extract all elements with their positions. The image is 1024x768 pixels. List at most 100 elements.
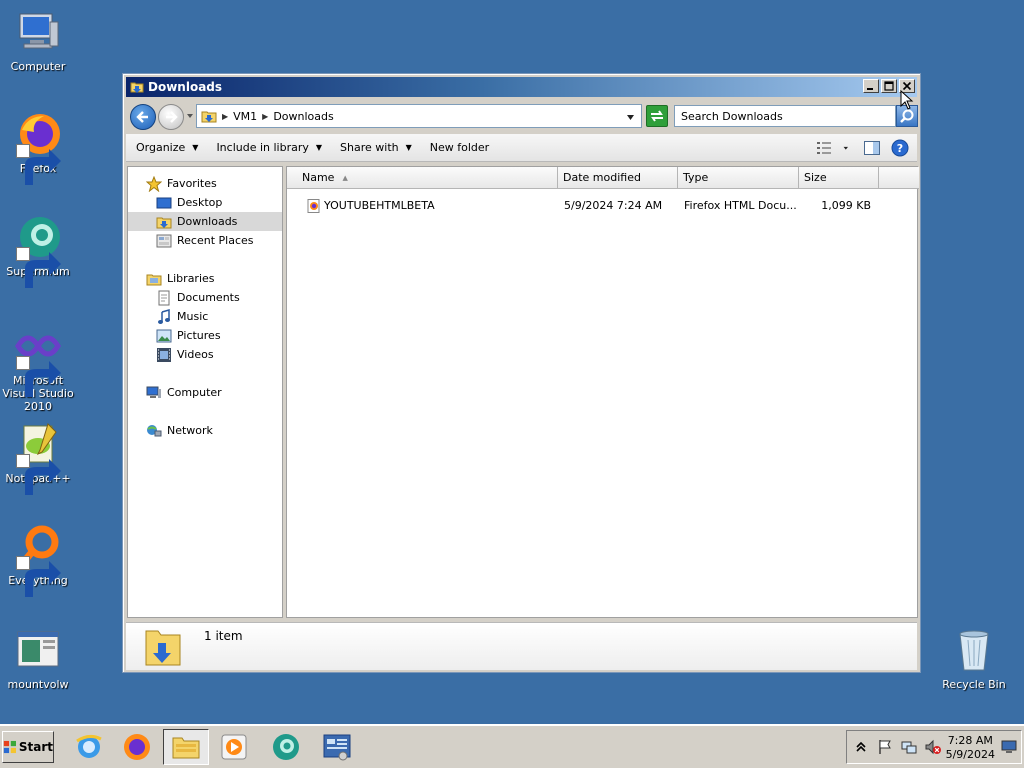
column-header-type[interactable]: Type xyxy=(678,167,799,189)
column-label: Size xyxy=(804,171,827,184)
nav-downloads[interactable]: Downloads xyxy=(128,212,282,231)
breadcrumb-separator-icon[interactable]: ▶ xyxy=(262,112,268,121)
computer-icon xyxy=(14,8,62,56)
breadcrumb-downloads[interactable]: Downloads xyxy=(273,110,333,123)
desktop-icon xyxy=(156,197,172,208)
start-button[interactable]: Start xyxy=(2,731,54,763)
nav-label: Documents xyxy=(177,291,240,304)
downloads-folder-icon xyxy=(145,630,181,666)
desktop-icon-visual-studio[interactable]: Microsoft Visual Studio 2010 xyxy=(0,322,76,413)
refresh-button[interactable] xyxy=(646,105,668,127)
window-title: Downloads xyxy=(148,80,223,94)
new-folder-button[interactable]: New folder xyxy=(430,141,489,154)
help-icon[interactable]: ? xyxy=(891,139,909,157)
column-header-filler xyxy=(879,167,919,189)
forward-button[interactable] xyxy=(158,104,184,130)
table-row[interactable]: YOUTUBEHTMLBETA 5/9/2024 7:24 AM Firefox… xyxy=(287,197,917,217)
nav-label: Music xyxy=(177,310,209,323)
nav-label: Pictures xyxy=(177,329,221,342)
refresh-icon xyxy=(651,110,663,122)
search-icon xyxy=(900,109,914,123)
nav-documents[interactable]: Documents xyxy=(128,288,282,307)
address-dropdown-icon[interactable] xyxy=(626,113,635,122)
nav-label: Downloads xyxy=(177,215,238,228)
desktop-icon-everything[interactable]: Everything xyxy=(0,522,76,597)
nav-desktop[interactable]: Desktop xyxy=(128,193,282,212)
minimize-button[interactable] xyxy=(863,79,879,93)
desktop-icon-supermium[interactable]: Supermium xyxy=(0,213,76,288)
desktop-icon-recycle-bin[interactable]: Recycle Bin xyxy=(936,626,1012,691)
firefox-icon xyxy=(14,110,62,185)
recent-places-icon xyxy=(156,234,172,247)
breadcrumb-vm1[interactable]: VM1 xyxy=(233,110,257,123)
show-desktop-icon[interactable] xyxy=(1001,740,1017,754)
column-header-size[interactable]: Size xyxy=(799,167,879,189)
column-label: Type xyxy=(683,171,709,184)
nav-recent-places[interactable]: Recent Places xyxy=(128,231,282,250)
desktop-icon-mountvolw[interactable]: mountvolw xyxy=(0,626,76,691)
nav-pictures[interactable]: Pictures xyxy=(128,326,282,345)
nav-label: Desktop xyxy=(177,196,223,209)
volume-muted-icon[interactable] xyxy=(925,739,941,755)
supermium-icon xyxy=(14,213,62,288)
computer-icon xyxy=(146,386,161,398)
recent-pages-dropdown-icon[interactable] xyxy=(186,112,194,120)
address-bar[interactable]: ▶ VM1 ▶ Downloads xyxy=(196,104,642,128)
folder-icon xyxy=(130,82,144,93)
column-header-name[interactable]: Name ▲ xyxy=(287,167,558,189)
show-hidden-icons-icon[interactable] xyxy=(853,739,869,755)
desktop-icon-computer[interactable]: Computer xyxy=(0,8,76,73)
folder-icon xyxy=(201,111,217,123)
include-in-library-button[interactable]: Include in library ▼ xyxy=(216,141,322,154)
nav-computer[interactable]: Computer xyxy=(128,383,282,402)
taskbar: Start 7:28 AM 5/9/2024 xyxy=(0,724,1024,768)
nav-music[interactable]: Music xyxy=(128,307,282,326)
chevron-down-icon: ▼ xyxy=(405,143,412,152)
notepadpp-icon xyxy=(14,420,62,495)
share-with-button[interactable]: Share with ▼ xyxy=(340,141,412,154)
mountvolw-icon xyxy=(14,626,62,674)
nav-label: Recent Places xyxy=(177,234,254,247)
taskbar-app-firefox[interactable] xyxy=(114,729,160,765)
documents-icon xyxy=(158,290,170,305)
new-folder-label: New folder xyxy=(429,141,490,154)
explorer-window[interactable]: Downloads ▶ VM1 ▶ Downloads Search Downl… xyxy=(122,73,921,673)
search-input[interactable]: Search Downloads xyxy=(674,105,896,127)
desktop-icon-firefox[interactable]: Firefox xyxy=(0,110,76,185)
action-center-flag-icon[interactable] xyxy=(877,739,893,755)
minimize-icon xyxy=(867,88,873,90)
taskbar-app-explorer[interactable] xyxy=(163,729,209,765)
desktop-icon-notepadpp[interactable]: Notepad++ xyxy=(0,420,76,495)
taskbar-app-media-player[interactable] xyxy=(211,729,257,765)
firefox-html-file-icon xyxy=(307,199,320,213)
file-name: YOUTUBEHTMLBETA xyxy=(324,199,435,212)
taskbar-app-supermium[interactable] xyxy=(263,729,309,765)
nav-label: Videos xyxy=(177,348,214,361)
organize-button[interactable]: Organize ▼ xyxy=(136,141,198,154)
nav-network[interactable]: Network xyxy=(128,421,282,440)
chevron-down-icon: ▼ xyxy=(315,143,323,152)
nav-videos[interactable]: Videos xyxy=(128,345,282,364)
taskbar-app-control-panel[interactable] xyxy=(314,729,360,765)
mouse-cursor-icon xyxy=(900,90,914,110)
start-label: Start xyxy=(18,740,53,754)
network-status-icon[interactable] xyxy=(901,739,917,755)
back-button[interactable] xyxy=(130,104,156,130)
internet-explorer-icon xyxy=(76,734,102,758)
nav-libraries[interactable]: Libraries xyxy=(128,269,282,288)
file-size: 1,099 KB xyxy=(821,199,871,212)
nav-label: Libraries xyxy=(167,272,215,285)
view-options-icon[interactable] xyxy=(815,139,833,157)
maximize-button[interactable] xyxy=(881,79,897,93)
title-bar[interactable]: Downloads xyxy=(126,77,917,97)
preview-pane-icon[interactable] xyxy=(863,139,881,157)
shortcut-arrow-icon xyxy=(16,454,61,495)
breadcrumb-separator-icon[interactable]: ▶ xyxy=(222,112,228,121)
shortcut-arrow-icon xyxy=(16,144,61,185)
nav-favorites[interactable]: Favorites xyxy=(128,174,282,193)
view-dropdown-icon[interactable] xyxy=(843,139,853,157)
taskbar-app-internet-explorer[interactable] xyxy=(66,729,112,765)
column-header-date-modified[interactable]: Date modified xyxy=(558,167,678,189)
clock[interactable]: 7:28 AM 5/9/2024 xyxy=(946,734,995,762)
network-icon xyxy=(147,424,162,436)
